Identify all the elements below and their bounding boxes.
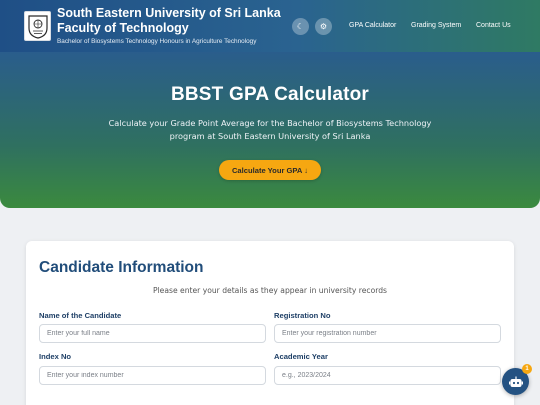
index-input[interactable] bbox=[39, 366, 266, 385]
index-label: Index No bbox=[39, 352, 72, 361]
faculty-name: Faculty of Technology bbox=[57, 20, 189, 35]
university-name: South Eastern University of Sri Lanka bbox=[57, 5, 281, 20]
brand-block: South Eastern University of Sri Lanka Fa… bbox=[57, 6, 281, 47]
university-crest-icon bbox=[27, 14, 48, 39]
candidate-note: Please enter your details as they appear… bbox=[152, 286, 387, 295]
hero-title: BBST GPA Calculator bbox=[170, 84, 370, 105]
name-input[interactable] bbox=[39, 324, 266, 343]
nav-gpa-calculator[interactable]: GPA Calculator bbox=[349, 22, 396, 29]
hero-subtitle: Calculate your Grade Point Average for t… bbox=[108, 118, 432, 141]
hero-section: BBST GPA Calculator Calculate your Grade… bbox=[0, 52, 540, 208]
academic-year-input[interactable] bbox=[274, 366, 501, 385]
moon-icon: ☾ bbox=[296, 22, 305, 31]
registration-label: Registration No bbox=[274, 311, 331, 320]
settings-button[interactable]: ⚙ bbox=[315, 18, 332, 35]
calculate-gpa-button[interactable]: Calculate Your GPA ↓ bbox=[219, 160, 321, 180]
candidate-card: Candidate Information Please enter your … bbox=[26, 241, 514, 405]
degree-name: Bachelor of Biosystems Technology Honour… bbox=[57, 37, 257, 45]
name-label: Name of the Candidate bbox=[39, 311, 122, 320]
university-logo[interactable] bbox=[24, 11, 51, 41]
chatbot-icon bbox=[508, 376, 523, 387]
gear-icon: ⚙ bbox=[319, 22, 328, 31]
theme-toggle-button[interactable]: ☾ bbox=[292, 18, 309, 35]
chat-notification-badge: 1 bbox=[522, 364, 532, 374]
academic-year-label: Academic Year bbox=[274, 352, 328, 361]
nav-contact-us[interactable]: Contact Us bbox=[476, 22, 511, 29]
candidate-title: Candidate Information bbox=[39, 259, 204, 276]
nav-grading-system[interactable]: Grading System bbox=[411, 22, 461, 29]
site-header: South Eastern University of Sri Lanka Fa… bbox=[0, 0, 540, 52]
registration-input[interactable] bbox=[274, 324, 501, 343]
